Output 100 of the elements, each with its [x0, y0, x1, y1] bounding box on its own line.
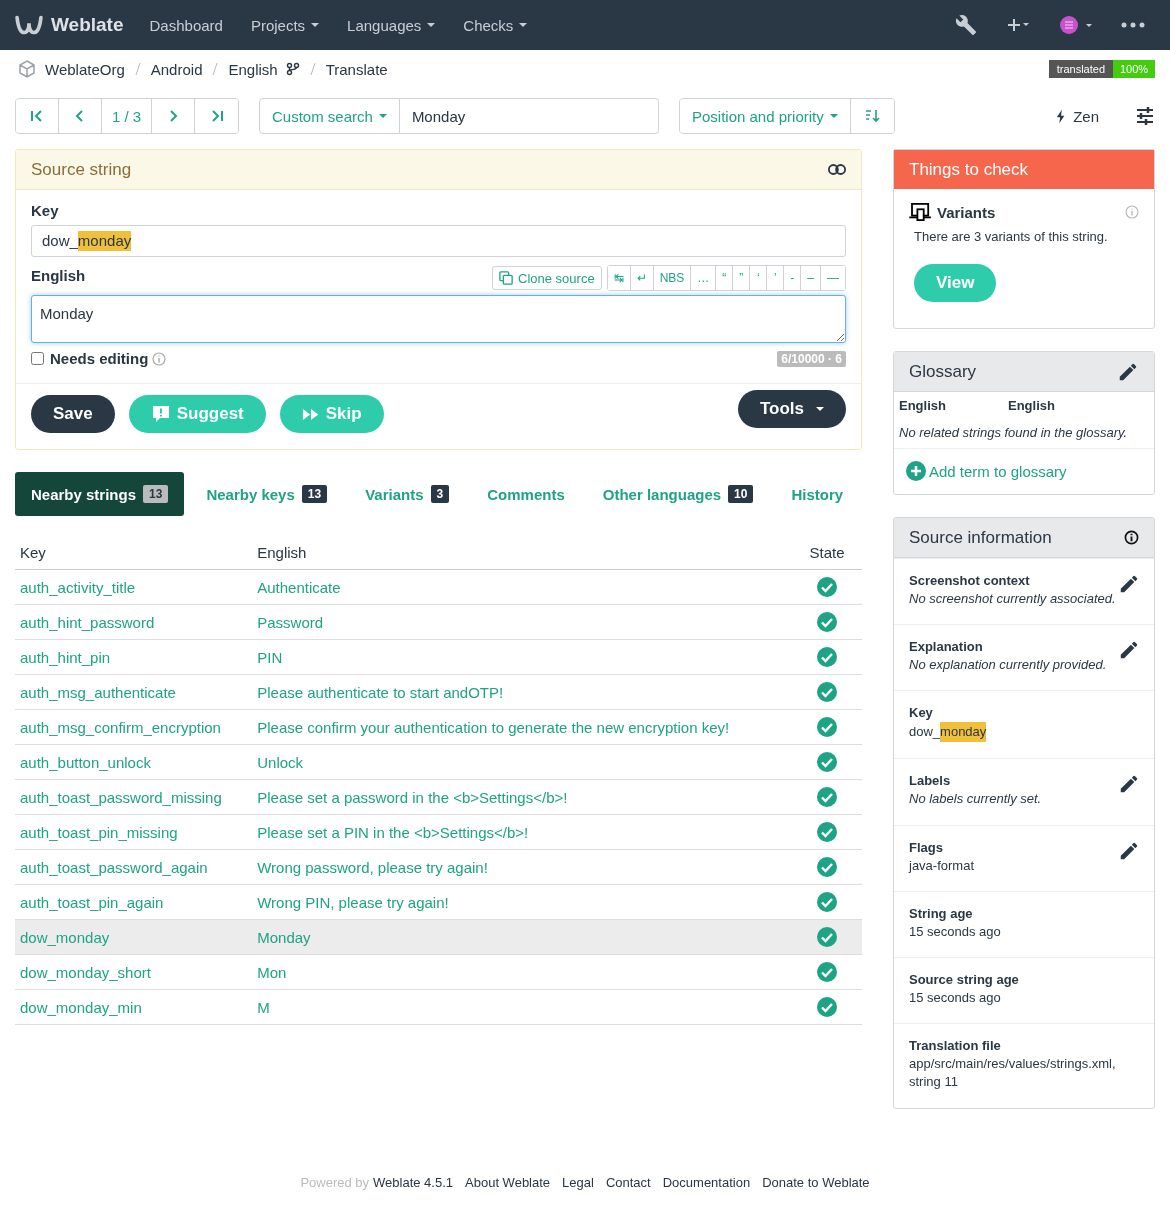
- info-label: Translation file: [909, 1038, 1002, 1054]
- progress-value: 100%: [1113, 60, 1155, 78]
- table-row[interactable]: dow_monday_short Mon: [15, 954, 862, 990]
- table-row[interactable]: auth_toast_password_missing Please set a password in the <b>Settings</b>!: [15, 779, 862, 815]
- string-link[interactable]: M: [257, 998, 270, 1016]
- table-row[interactable]: auth_toast_pin_again Wrong PIN, please try again!: [15, 884, 862, 920]
- key-link[interactable]: auth_msg_confirm_encryption: [20, 718, 221, 736]
- key-link[interactable]: dow_monday_short: [20, 963, 151, 981]
- tab[interactable]: Nearby keys 13: [190, 472, 344, 516]
- breadcrumb-link[interactable]: Android: [150, 60, 203, 78]
- settings-icon[interactable]: [1135, 106, 1155, 126]
- plus-icon[interactable]: [1005, 17, 1031, 33]
- string-link[interactable]: Please authenticate to start andOTP!: [257, 683, 504, 701]
- clone-source-button[interactable]: Clone source: [492, 266, 602, 290]
- info-label: Key: [909, 705, 934, 721]
- more-icon[interactable]: [1121, 22, 1145, 28]
- info-label: Source string age: [909, 971, 1019, 987]
- suggest-button[interactable]: Suggest: [128, 395, 266, 433]
- key-link[interactable]: dow_monday_min: [20, 998, 142, 1016]
- tab[interactable]: Variants 3: [349, 472, 466, 516]
- zen-button[interactable]: Zen: [1050, 106, 1105, 126]
- breadcrumb-separator-icon: [309, 62, 316, 76]
- panel-title: Source string: [31, 159, 132, 180]
- key-link[interactable]: auth_hint_password: [20, 613, 155, 631]
- view-button[interactable]: View: [914, 264, 997, 302]
- tab[interactable]: Nearby strings 13: [15, 472, 185, 516]
- copy-icon: [499, 271, 513, 285]
- breadcrumb-link[interactable]: English: [228, 60, 278, 78]
- footer-link[interactable]: Weblate 4.5.1: [373, 1174, 454, 1190]
- footer-link[interactable]: Documentation: [662, 1174, 751, 1190]
- check-name: Variants: [937, 203, 996, 221]
- string-link[interactable]: Mon: [257, 963, 287, 981]
- info-icon[interactable]: [1124, 530, 1139, 545]
- key-link[interactable]: auth_toast_pin_again: [20, 893, 164, 911]
- key-link[interactable]: auth_activity_title: [20, 578, 136, 596]
- needs-editing-checkbox[interactable]: [31, 352, 44, 365]
- string-link[interactable]: Password: [257, 613, 324, 631]
- filter-dropdown[interactable]: Custom search: [259, 98, 400, 134]
- footer-link[interactable]: Legal: [562, 1174, 594, 1190]
- tab[interactable]: Other languages 10: [586, 472, 770, 516]
- speech-bubble-icon: [150, 404, 171, 424]
- nav-link[interactable]: Projects: [236, 16, 334, 34]
- add-term-link[interactable]: Add term to glossary: [906, 461, 1067, 481]
- string-link[interactable]: Unlock: [257, 753, 304, 771]
- info-value: 15 seconds ago: [909, 988, 1002, 1007]
- info-value: 15 seconds ago: [909, 922, 1001, 941]
- key-link[interactable]: auth_toast_password_missing: [20, 788, 222, 806]
- table-row[interactable]: dow_monday_min M: [15, 989, 862, 1025]
- string-link[interactable]: Please set a password in the <b>Settings</b>!: [257, 788, 568, 806]
- tab[interactable]: History: [775, 472, 860, 516]
- sort-dropdown[interactable]: Position and priority: [680, 99, 851, 133]
- user-avatar-icon[interactable]: [1059, 15, 1093, 35]
- wrench-icon[interactable]: [955, 14, 977, 36]
- brand-name[interactable]: Weblate: [51, 14, 124, 36]
- key-link[interactable]: auth_msg_authenticate: [20, 683, 176, 701]
- key-link[interactable]: auth_hint_pin: [20, 648, 111, 666]
- key-link[interactable]: auth_toast_pin_missing: [20, 823, 178, 841]
- table-row[interactable]: auth_button_unlock Unlock: [15, 744, 862, 780]
- nav-link[interactable]: Dashboard: [135, 16, 237, 34]
- special-character-button[interactable]: ↹: [607, 266, 631, 290]
- breadcrumb-link[interactable]: WeblateOrg: [45, 60, 125, 78]
- table-row[interactable]: auth_msg_confirm_encryption Please confirm your authentication to generate the new encryption key!: [15, 709, 862, 745]
- skip-button[interactable]: Skip: [279, 395, 384, 433]
- first-button[interactable]: [16, 99, 59, 133]
- cube-icon: [17, 59, 37, 79]
- key-link[interactable]: auth_toast_password_again: [20, 858, 208, 876]
- breadcrumb-link[interactable]: Translate: [325, 60, 388, 78]
- footer-link[interactable]: About Weblate: [465, 1174, 551, 1190]
- footer-link[interactable]: Contact: [605, 1174, 651, 1190]
- footer-link[interactable]: Donate to Weblate: [762, 1174, 870, 1190]
- table-row[interactable]: auth_activity_title Authenticate: [15, 569, 862, 605]
- edit-icon[interactable]: [1118, 573, 1140, 595]
- table-row[interactable]: auth_toast_password_again Wrong password, please try again!: [15, 849, 862, 885]
- tab[interactable]: Comments: [471, 472, 581, 516]
- tools-dropdown[interactable]: Tools: [737, 390, 846, 428]
- info-label: Explanation: [909, 639, 984, 655]
- table-row[interactable]: dow_monday Monday: [15, 919, 862, 955]
- key-link[interactable]: dow_monday: [20, 928, 110, 946]
- string-link[interactable]: Please confirm your authentication to generate the new encryption key!: [257, 718, 730, 736]
- info-label: Labels: [909, 773, 952, 789]
- table-row[interactable]: auth_hint_password Password: [15, 604, 862, 640]
- table-row[interactable]: auth_msg_authenticate Please authenticate to start andOTP!: [15, 674, 862, 710]
- key-link[interactable]: auth_button_unlock: [20, 753, 151, 771]
- panel-title: Glossary: [909, 361, 977, 382]
- string-link[interactable]: Monday: [257, 928, 311, 946]
- table-row[interactable]: auth_hint_pin PIN: [15, 639, 862, 675]
- string-link[interactable]: Please set a PIN in the <b>Settings</b>!: [257, 823, 529, 841]
- string-link[interactable]: PIN: [257, 648, 283, 666]
- save-button[interactable]: Save: [31, 395, 115, 433]
- translation-field[interactable]: Monday: [31, 295, 846, 343]
- search-field[interactable]: Monday: [399, 98, 659, 134]
- string-link[interactable]: Authenticate: [257, 578, 341, 596]
- column-header: English: [252, 536, 792, 570]
- link-icon[interactable]: [828, 164, 846, 175]
- string-link[interactable]: Wrong password, please try again!: [257, 858, 488, 876]
- string-link[interactable]: Wrong PIN, please try again!: [257, 893, 449, 911]
- nav-link[interactable]: Languages: [333, 16, 450, 34]
- nav-link[interactable]: Checks: [449, 16, 542, 34]
- logo-icon[interactable]: [15, 14, 43, 36]
- table-row[interactable]: auth_toast_pin_missing Please set a PIN in the <b>Settings</b>!: [15, 814, 862, 850]
